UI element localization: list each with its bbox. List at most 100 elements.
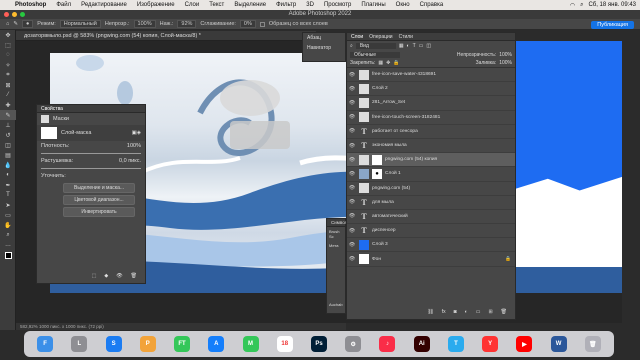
visibility-eye-icon[interactable]: 👁	[347, 199, 357, 205]
launchpad-icon[interactable]: L	[71, 336, 88, 352]
menu-layers[interactable]: Слои	[180, 2, 205, 8]
select-and-mask-button[interactable]: Выделение и маска...	[63, 183, 135, 193]
opacity-input[interactable]: 100%	[133, 20, 156, 28]
layer-opacity-input[interactable]: 100%	[499, 52, 512, 58]
lock-pixels-icon[interactable]: ▦	[378, 60, 383, 66]
visibility-eye-icon[interactable]: 👁	[347, 128, 357, 134]
messages-icon[interactable]: M	[242, 336, 259, 352]
visibility-eye-icon[interactable]: 👁	[347, 114, 357, 120]
visibility-eye-icon[interactable]: 👁	[347, 213, 357, 219]
mask-visibility-icon[interactable]: 👁	[116, 273, 122, 279]
menu-file[interactable]: Файл	[51, 2, 76, 8]
lasso-tool-icon[interactable]: ◌	[0, 50, 16, 60]
visibility-eye-icon[interactable]: 👁	[347, 143, 357, 149]
visibility-eye-icon[interactable]: 👁	[347, 242, 357, 248]
menu-3d[interactable]: 3D	[301, 2, 319, 8]
filter-pixel-icon[interactable]: ▦	[399, 43, 404, 49]
settings-icon[interactable]: ⚙	[345, 336, 362, 352]
clock[interactable]: Сб, 18 янв. 09:43	[588, 2, 636, 8]
finder-icon[interactable]: F	[37, 336, 54, 352]
share-button[interactable]: Публикация	[591, 21, 634, 29]
photoshop-icon[interactable]: Ps	[310, 336, 327, 352]
tab-styles[interactable]: Стили	[399, 34, 413, 40]
path-select-icon[interactable]: ➤	[0, 200, 16, 210]
layer-row[interactable]: 👁 Слой 3	[347, 238, 515, 253]
brush-size-picker[interactable]: ●	[21, 20, 34, 28]
navigator-item[interactable]: Навигатор	[303, 43, 345, 53]
zoom-tool-icon[interactable]: ⌕	[0, 230, 16, 240]
folder-icon[interactable]: ▭	[476, 309, 481, 315]
filter-adjust-icon[interactable]: ◐	[407, 43, 410, 49]
new-layer-icon[interactable]: ⊞	[488, 309, 492, 315]
eyedropper-icon[interactable]: ⁄	[0, 90, 16, 100]
visibility-eye-icon[interactable]: 👁	[347, 157, 357, 163]
dodge-tool-icon[interactable]: ◐	[0, 170, 16, 180]
music-icon[interactable]: ♪	[379, 336, 396, 352]
close-window-button[interactable]	[4, 12, 9, 17]
search-icon[interactable]: ⌕	[580, 2, 583, 9]
appstore-icon[interactable]: A	[208, 336, 225, 352]
blur-tool-icon[interactable]: 💧	[0, 160, 16, 170]
load-selection-icon[interactable]: ⬚	[92, 273, 97, 279]
trash-dock-icon[interactable]: 🗑	[584, 336, 601, 352]
delete-mask-icon[interactable]: 🗑	[131, 273, 137, 279]
layer-row[interactable]: 👁 ● Слой 1	[347, 167, 515, 182]
visibility-eye-icon[interactable]: 👁	[347, 171, 357, 177]
layer-mask-thumb[interactable]	[41, 127, 57, 139]
safari-icon[interactable]: S	[105, 336, 122, 352]
layer-row[interactable]: 👁 Tэкономия мыла	[347, 139, 515, 154]
menu-text[interactable]: Текст	[204, 2, 229, 8]
layer-row[interactable]: 👁 281_Arrow_Set	[347, 96, 515, 111]
minimize-window-button[interactable]	[12, 12, 17, 17]
shape-tool-icon[interactable]: ▭	[0, 210, 16, 220]
layer-row[interactable]: 👁 pngwing.com (54)	[347, 182, 515, 196]
visibility-eye-icon[interactable]: 👁	[347, 86, 357, 92]
gradient-tool-icon[interactable]: ▤	[0, 150, 16, 160]
layer-row[interactable]: 👁 Слой 2	[347, 82, 515, 97]
blend-mode-select[interactable]: Обычные	[350, 52, 400, 58]
yandex-icon[interactable]: Y	[482, 336, 499, 352]
brush-tool-icon[interactable]: ✎	[0, 110, 16, 120]
menu-window[interactable]: Окно	[391, 2, 415, 8]
density-input[interactable]: 100%	[127, 143, 141, 149]
mode-select[interactable]: Нормальный	[59, 20, 101, 28]
brush-tool-icon[interactable]: ✎	[13, 21, 18, 27]
menu-filter[interactable]: Фильтр	[271, 2, 301, 8]
hand-tool-icon[interactable]: ✋	[0, 220, 16, 230]
layer-mask-thumb[interactable]	[372, 154, 382, 165]
link-icon[interactable]: ⛓	[427, 309, 433, 315]
frame-tool-icon[interactable]: ⊠	[0, 80, 16, 90]
crop-tool-icon[interactable]: ⌗	[0, 70, 16, 80]
menu-help[interactable]: Справка	[415, 2, 449, 8]
layer-row[interactable]: 👁 Tавтоматический	[347, 210, 515, 225]
more-tools-icon[interactable]: …	[0, 240, 16, 250]
color-range-button[interactable]: Цветовой диапазон...	[63, 195, 135, 205]
color-swatches-icon[interactable]	[0, 250, 16, 260]
menu-image[interactable]: Изображение	[132, 2, 180, 8]
history-brush-icon[interactable]: ↺	[0, 130, 16, 140]
layer-row[interactable]: 👁 free-icon-save-water-4318691	[347, 68, 515, 83]
lock-position-icon[interactable]: ✥	[386, 60, 390, 66]
youtube-icon[interactable]: ▶	[516, 336, 533, 352]
photos-icon[interactable]: P	[139, 336, 156, 352]
feather-input[interactable]: 0,0 пикс.	[119, 158, 141, 164]
marquee-tool-icon[interactable]: ⬚	[0, 40, 16, 50]
pen-tool-icon[interactable]: ✒	[0, 180, 16, 190]
facetime-icon[interactable]: FT	[174, 336, 191, 352]
all-layers-checkbox[interactable]	[259, 21, 265, 27]
zoom-window-button[interactable]	[20, 12, 25, 17]
feather-slider[interactable]	[41, 168, 141, 169]
apply-mask-icon[interactable]: ◆	[104, 273, 108, 279]
invert-button[interactable]: Инвертировать	[63, 207, 135, 217]
pressure-input[interactable]: 92%	[177, 20, 197, 28]
illustrator-icon[interactable]: Ai	[413, 336, 430, 352]
move-tool-icon[interactable]: ✥	[0, 30, 16, 40]
properties-header[interactable]: Свойства	[37, 105, 145, 113]
word-icon[interactable]: W	[550, 336, 567, 352]
layer-row[interactable]: 👁 Фон 🔒	[347, 252, 515, 267]
layer-row[interactable]: 👁 free-icon-touch-screen-3182481	[347, 111, 515, 125]
document-tab[interactable]: дозаторвмыло.psd @ 583% (pngwing.com (54…	[16, 31, 316, 41]
filter-shape-icon[interactable]: ▭	[419, 43, 424, 49]
adjust-icon[interactable]: ◐	[465, 309, 468, 315]
fx-icon[interactable]: fx	[442, 309, 446, 315]
